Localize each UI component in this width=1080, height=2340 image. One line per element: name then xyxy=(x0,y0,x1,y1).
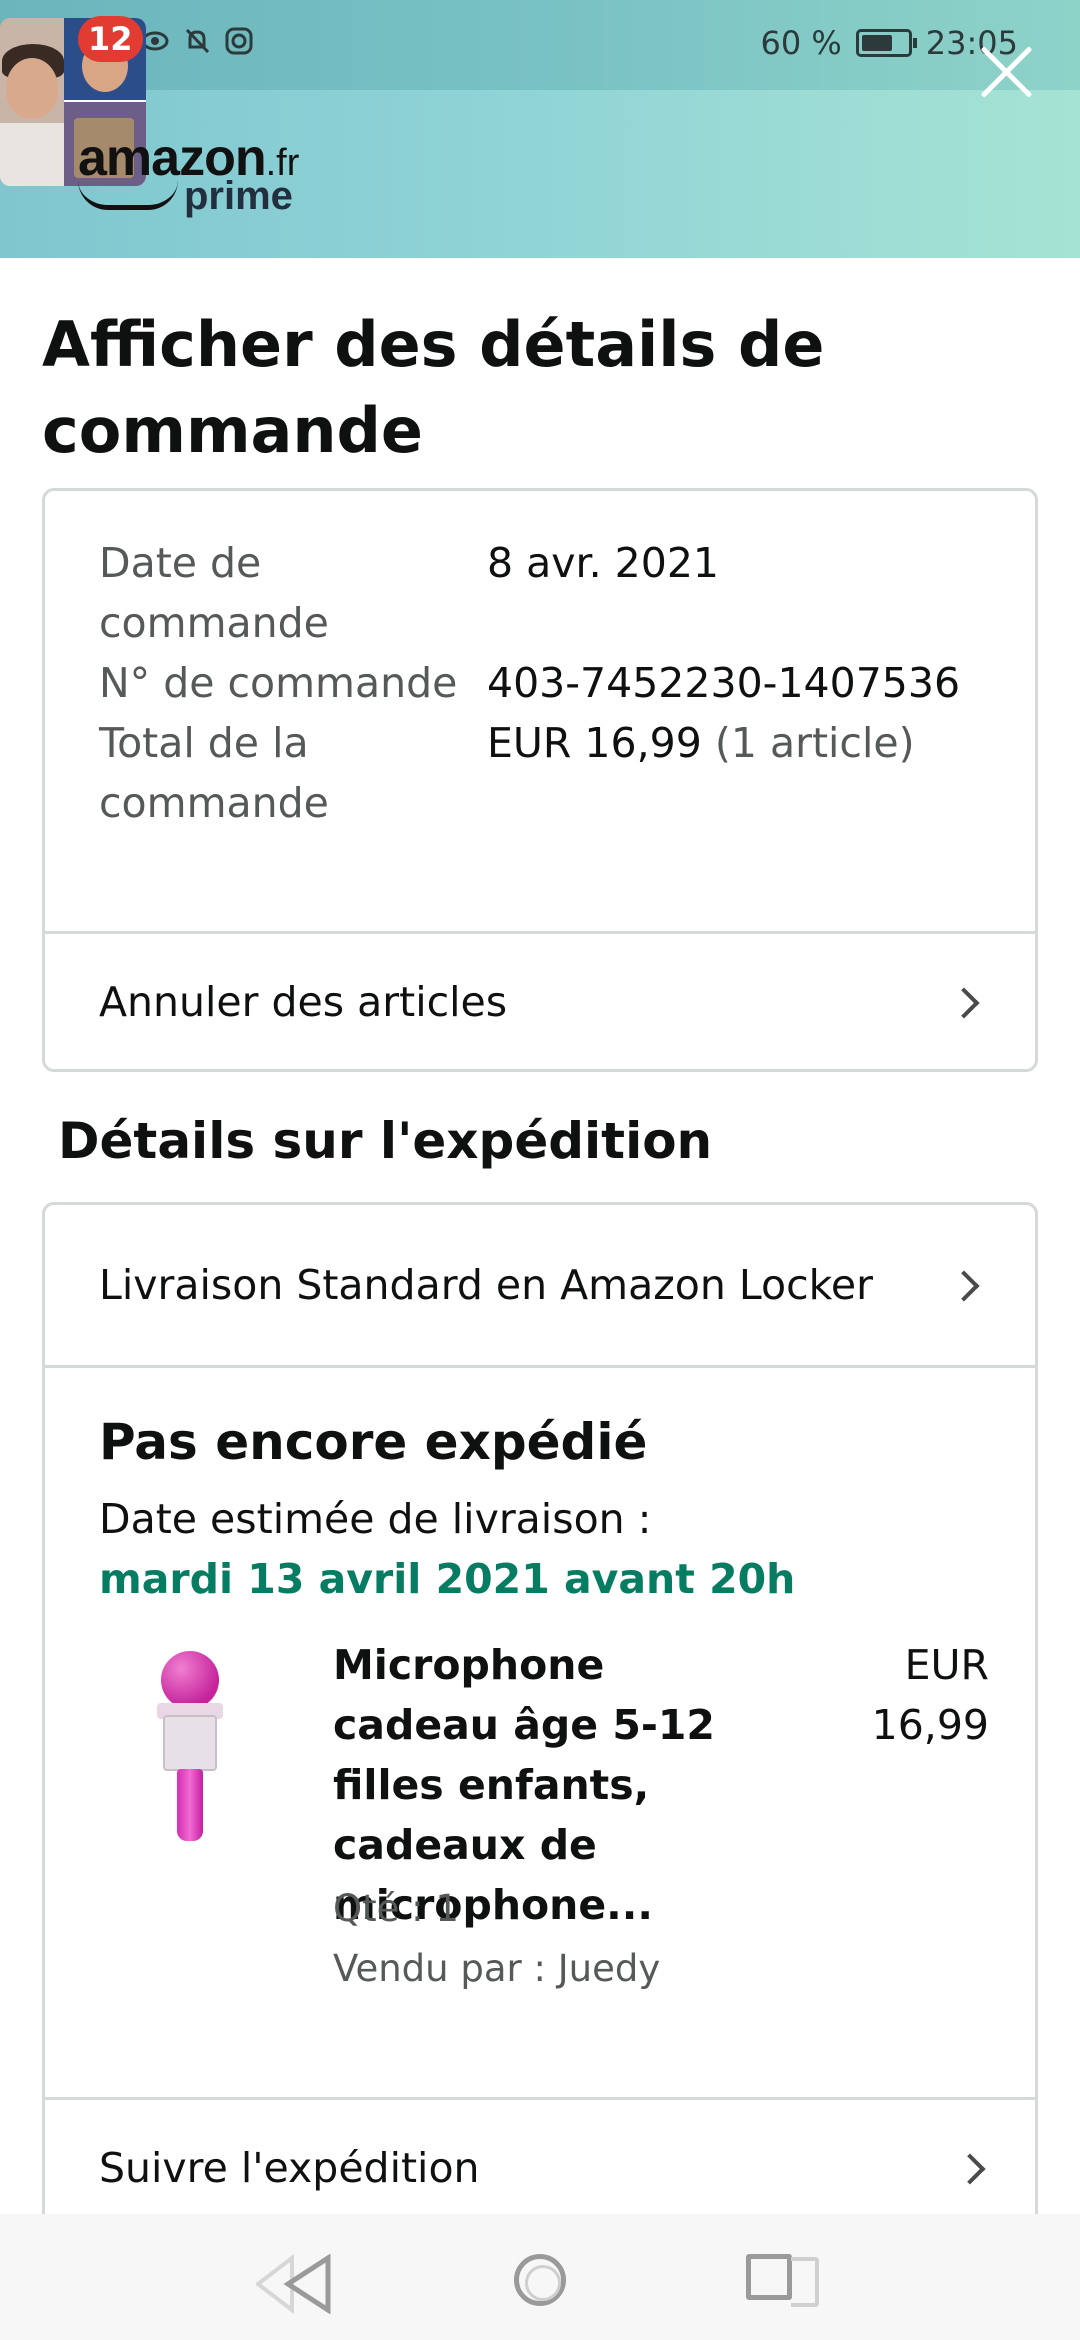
order-total-label: Total de la commande xyxy=(99,719,329,827)
order-date-value: 8 avr. 2021 xyxy=(487,539,720,587)
product-image[interactable] xyxy=(157,1651,223,1841)
recent-apps-icon[interactable] xyxy=(746,2254,819,2307)
product-price-currency: EUR xyxy=(904,1641,989,1689)
chat-head-avatar[interactable] xyxy=(0,18,70,186)
order-date-label: Date de commande xyxy=(99,539,329,647)
order-date-row: Date de commande 8 avr. 2021 xyxy=(99,533,999,653)
shipment-card: Livraison Standard en Amazon Locker Pas … xyxy=(42,1202,1038,2242)
status-icons xyxy=(140,26,254,56)
instagram-icon xyxy=(224,26,254,56)
track-shipment-link[interactable]: Suivre l'expédition xyxy=(99,2144,480,2192)
divider xyxy=(45,1365,1035,1368)
order-number-row: N° de commande 403-7452230-1407536 xyxy=(99,653,999,713)
delivery-method-link[interactable]: Livraison Standard en Amazon Locker xyxy=(99,1261,873,1309)
bell-off-icon xyxy=(182,26,212,56)
order-total-count: (1 article) xyxy=(714,719,915,767)
battery-percent: 60 % xyxy=(760,24,842,62)
logo-smile xyxy=(78,180,178,210)
delivery-date-value: mardi 13 avril 2021 avant 20h xyxy=(99,1555,796,1603)
chevron-right-icon xyxy=(948,1270,980,1302)
shipping-section-title: Détails sur l'expédition xyxy=(58,1112,713,1170)
order-total-amount: EUR 16,99 xyxy=(487,719,702,767)
notification-badge: 12 xyxy=(78,16,143,62)
delivery-date-label: Date estimée de livraison : xyxy=(99,1495,652,1543)
battery-icon xyxy=(855,29,917,57)
order-total-row: Total de la commande EUR 16,99 (1 articl… xyxy=(99,713,999,833)
system-nav-bar xyxy=(0,2214,1080,2340)
product-quantity: Qté : 1 xyxy=(333,1887,459,1930)
delivery-method-row[interactable]: Livraison Standard en Amazon Locker xyxy=(45,1205,1035,1365)
page-title: Afficher des détails de commande xyxy=(42,308,825,467)
order-total-value: EUR 16,99 (1 article) xyxy=(487,713,915,833)
product-price-value: 16,99 xyxy=(871,1701,989,1749)
amazon-prime-logo: amazon.fr prime xyxy=(78,128,299,218)
order-summary-card: Date de commande 8 avr. 2021 N° de comma… xyxy=(42,488,1038,1072)
cancel-items-row[interactable]: Annuler des articles xyxy=(45,934,1035,1069)
product-price: EUR 16,99 xyxy=(845,1635,989,1755)
shipment-status: Pas encore expédié xyxy=(99,1413,648,1471)
chevron-right-icon xyxy=(948,987,980,1019)
back-icon[interactable] xyxy=(254,2253,331,2315)
product-seller: Vendu par : Juedy xyxy=(333,1947,661,1990)
home-icon[interactable] xyxy=(514,2254,566,2306)
status-bar: 60 % 23:05 xyxy=(0,0,1080,90)
chevron-right-icon xyxy=(954,2153,986,2185)
order-summary-grid: Date de commande 8 avr. 2021 N° de comma… xyxy=(99,533,999,833)
order-number-label: N° de commande xyxy=(99,659,458,707)
close-icon[interactable] xyxy=(976,42,1036,102)
cancel-items-link[interactable]: Annuler des articles xyxy=(99,978,507,1026)
order-number-value: 403-7452230-1407536 xyxy=(487,659,961,707)
logo-prime: prime xyxy=(184,174,293,218)
